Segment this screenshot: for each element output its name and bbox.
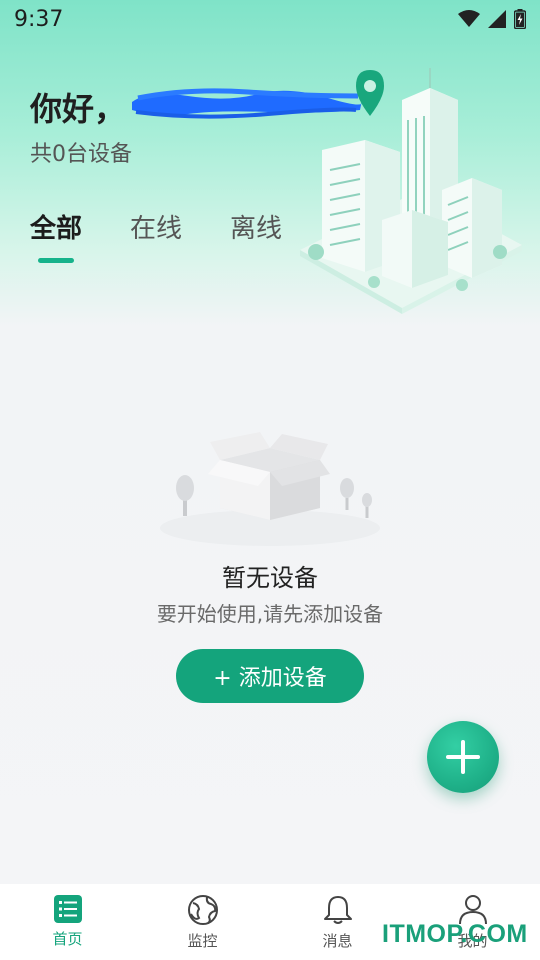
globe-icon <box>187 895 218 925</box>
plus-icon <box>446 740 480 774</box>
empty-box-illustration <box>160 432 380 546</box>
tab-all[interactable]: 全部 <box>30 208 83 263</box>
device-count: 共0台设备 <box>30 142 132 167</box>
empty-state-subtitle: 要开始使用,请先添加设备 <box>156 602 384 626</box>
nav-label-messages: 消息 <box>322 932 353 950</box>
bell-icon <box>323 896 352 924</box>
greeting-text: 你好， <box>30 90 127 128</box>
home-screen: 9:37 你好， 共0台设备 全部 在线 离线 暂无设备 要开始使用,请先添加设… <box>0 0 540 960</box>
site-watermark: ITMOP.COM <box>382 920 528 948</box>
tab-online[interactable]: 在线 <box>130 208 182 259</box>
tab-all-label: 全部 <box>30 214 83 244</box>
tab-indicator <box>38 258 74 263</box>
status-bar: 9:37 <box>0 0 540 38</box>
add-device-button[interactable]: + 添加设备 <box>176 649 364 703</box>
list-icon <box>53 895 82 923</box>
floating-add-button[interactable] <box>427 721 499 793</box>
nav-item-monitor[interactable]: 监控 <box>135 884 270 960</box>
empty-state-title: 暂无设备 <box>222 564 318 592</box>
nav-label-home: 首页 <box>52 930 83 948</box>
wifi-icon <box>458 10 480 27</box>
battery-charging-icon <box>514 9 526 29</box>
signal-icon <box>488 10 506 28</box>
city-buildings-illustration <box>300 68 522 314</box>
status-time: 9:37 <box>14 6 64 32</box>
tab-offline[interactable]: 离线 <box>230 208 282 259</box>
nav-item-home[interactable]: 首页 <box>0 884 135 960</box>
status-icons <box>458 9 526 29</box>
tab-offline-label: 离线 <box>230 214 283 244</box>
tab-online-label: 在线 <box>130 214 183 244</box>
nav-label-monitor: 监控 <box>187 932 218 950</box>
device-filter-tabs: 全部 在线 离线 <box>30 208 282 263</box>
